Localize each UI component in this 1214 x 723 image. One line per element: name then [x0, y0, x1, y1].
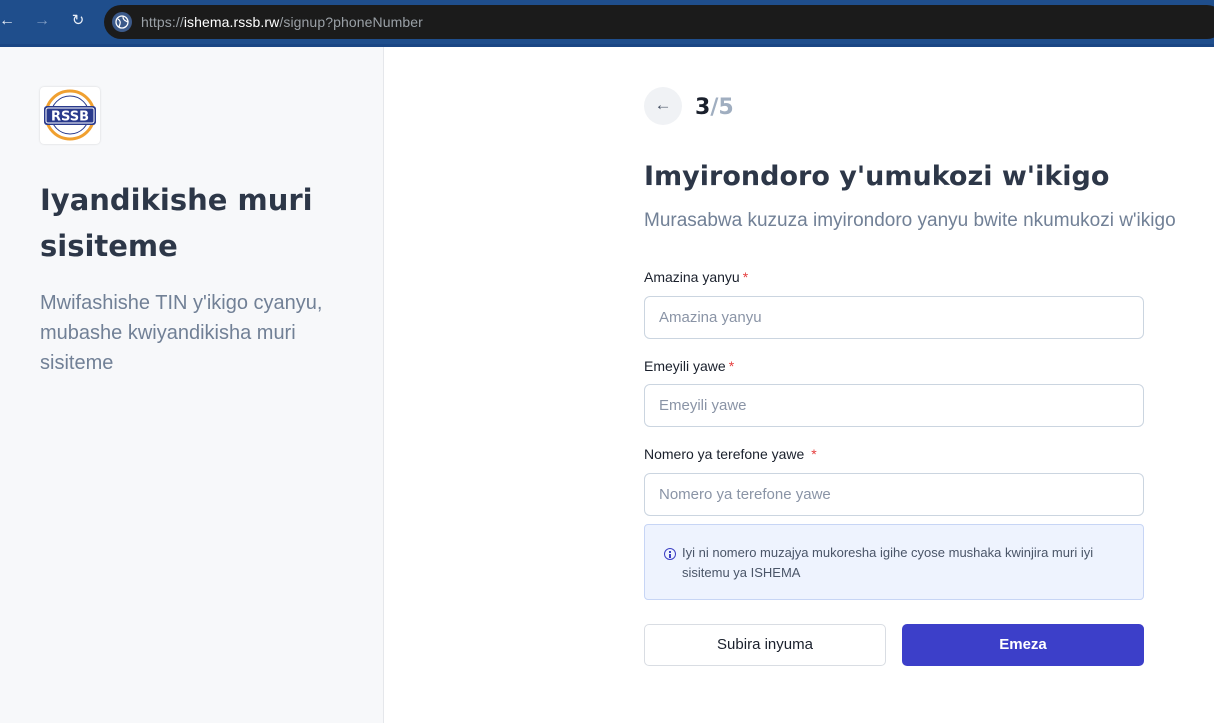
phone-label-text: Nomero ya terefone yawe — [644, 446, 809, 462]
required-mark: * — [742, 269, 749, 285]
phone-label: Nomero ya terefone yawe * — [644, 446, 817, 462]
address-bar[interactable]: https://ishema.rssb.rw/signup?phoneNumbe… — [104, 5, 1214, 39]
phone-field[interactable] — [644, 473, 1144, 516]
required-mark: * — [728, 358, 735, 374]
name-field[interactable] — [644, 296, 1144, 339]
page-description: Mwifashishe TIN y'ikigo cyanyu, mubashe … — [40, 292, 323, 374]
browser-forward-icon[interactable]: → — [31, 10, 53, 32]
step-indicator: 3/5 — [695, 95, 734, 120]
browser-back-icon[interactable]: ← — [0, 10, 18, 32]
info-circle-icon — [664, 548, 676, 560]
page-title: Iyandikishe muri sisiteme — [40, 183, 313, 263]
name-label: Amazina yanyu * — [644, 269, 748, 285]
signup-sidebar: RSSB Iyandikishe muri sisiteme Mwifashis… — [0, 47, 384, 723]
step-current: 3 — [695, 95, 711, 120]
email-input[interactable] — [645, 385, 1143, 426]
globe-icon[interactable] — [112, 12, 132, 32]
url-path: /signup?phoneNumber — [279, 14, 423, 30]
reload-icon[interactable]: ↻ — [67, 10, 89, 32]
url-prefix: https:// — [141, 14, 184, 30]
step-back-button[interactable]: ← — [644, 87, 682, 125]
step-total: /5 — [710, 95, 734, 120]
submit-button[interactable]: Emeza — [902, 624, 1144, 666]
arrow-left-icon: ← — [654, 95, 672, 114]
email-field[interactable] — [644, 384, 1144, 427]
email-label: Emeyili yawe * — [644, 358, 734, 374]
url-text: https://ishema.rssb.rw/signup?phoneNumbe… — [141, 14, 423, 30]
back-button[interactable]: Subira inyuma — [644, 624, 886, 666]
logo-text: RSSB — [51, 110, 89, 125]
form-title: Imyirondoro y'umukozi w'ikigo — [644, 161, 1110, 192]
email-label-text: Emeyili yawe — [644, 358, 726, 374]
form-subtitle: Murasabwa kuzuza imyirondoro yanyu bwite… — [644, 210, 1176, 231]
url-host: ishema.rssb.rw — [183, 14, 280, 30]
phone-input[interactable] — [645, 474, 1143, 515]
name-label-text: Amazina yanyu — [644, 269, 740, 285]
browser-toolbar: ← → ↻ https://ishema.rssb.rw/signup?phon… — [0, 0, 1214, 46]
info-text: Iyi ni nomero muzajya mukoresha igihe cy… — [682, 545, 1094, 580]
required-mark: * — [811, 446, 817, 462]
rssb-logo: RSSB — [40, 87, 100, 144]
info-alert: Iyi ni nomero muzajya mukoresha igihe cy… — [644, 524, 1144, 600]
name-input[interactable] — [645, 297, 1143, 338]
